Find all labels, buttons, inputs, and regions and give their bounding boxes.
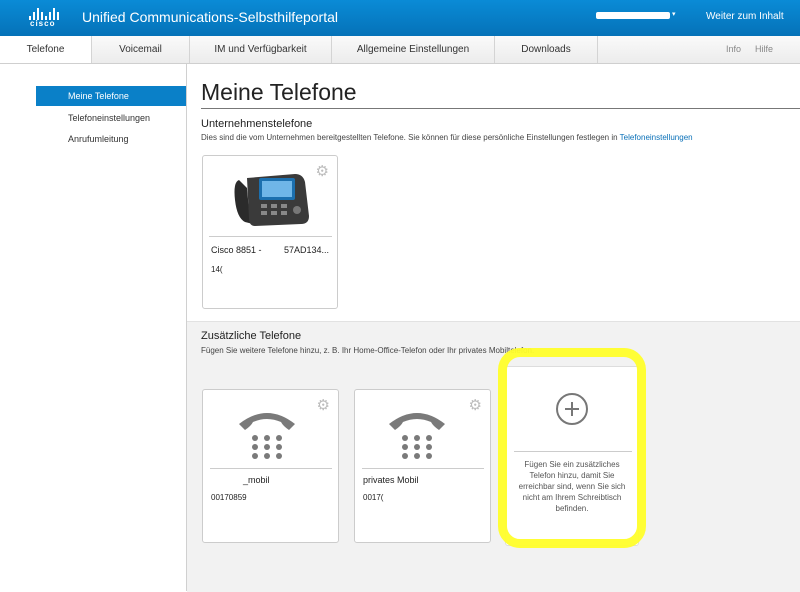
phone-number: 0017( xyxy=(363,493,384,502)
company-phones-description-text: Dies sind die vom Unternehmen bereitgest… xyxy=(201,133,618,142)
redacted-name-part xyxy=(269,244,283,256)
tab-bar: Telefone Voicemail IM und Verfügbarkeit … xyxy=(0,36,800,64)
card-divider xyxy=(210,468,332,469)
page-title: Meine Telefone xyxy=(201,79,357,105)
sidebar-item-anrufumleitung[interactable]: Anrufumleitung xyxy=(36,129,186,149)
gear-icon[interactable]: ⚙ xyxy=(317,398,330,413)
phone-number: 00170859 xyxy=(211,493,247,502)
tab-voicemail[interactable]: Voicemail xyxy=(92,36,190,63)
tab-im-verfuegbarkeit[interactable]: IM und Verfügbarkeit xyxy=(190,36,332,63)
phone-name: privates Mobil xyxy=(363,475,419,485)
sidebar: Meine Telefone Telefoneinstellungen Anru… xyxy=(0,64,187,591)
gear-icon[interactable]: ⚙ xyxy=(316,164,329,179)
main-content: Meine Telefone Unternehmenstelefone Dies… xyxy=(187,64,800,592)
phone-name: Cisco 8851 - xyxy=(211,245,262,255)
top-header: cisco Unified Communications-Selbsthilfe… xyxy=(0,0,800,36)
tab-downloads[interactable]: Downloads xyxy=(495,36,598,63)
yellow-highlight-annotation xyxy=(498,348,646,548)
company-phone-card[interactable]: ⚙ Cisco 8851 - 57AD134... 14( xyxy=(202,155,338,309)
desk-phone-icon xyxy=(234,174,309,226)
card-divider xyxy=(209,236,332,237)
tab-allgemeine-einstellungen[interactable]: Allgemeine Einstellungen xyxy=(332,36,495,63)
title-divider xyxy=(201,108,800,109)
phone-name-suffix: 57AD134... xyxy=(284,245,330,255)
additional-phone-card-1[interactable]: ⚙ _mobil 00170859 xyxy=(202,389,339,543)
company-phones-heading: Unternehmenstelefone xyxy=(201,118,313,130)
tab-telefone[interactable]: Telefone xyxy=(0,36,92,63)
sidebar-item-meine-telefone[interactable]: Meine Telefone xyxy=(36,86,186,106)
handset-keypad-icon xyxy=(389,413,445,459)
additional-phones-description: Fügen Sie weitere Telefone hinzu, z. B. … xyxy=(201,346,535,355)
phone-number: 14( xyxy=(211,265,223,274)
card-divider xyxy=(362,468,484,469)
company-phones-description: Dies sind die vom Unternehmen bereitgest… xyxy=(201,133,693,142)
app-title: Unified Communications-Selbsthilfeportal xyxy=(82,9,339,25)
skip-to-content-link[interactable]: Weiter zum Inhalt xyxy=(706,11,784,22)
cisco-logo: cisco xyxy=(28,6,62,30)
user-name-redacted[interactable] xyxy=(596,12,670,19)
additional-phones-heading: Zusätzliche Telefone xyxy=(201,330,302,342)
gear-icon[interactable]: ⚙ xyxy=(469,398,482,413)
sidebar-item-telefoneinstellungen[interactable]: Telefoneinstellungen xyxy=(36,108,186,128)
info-link[interactable]: Info xyxy=(726,36,741,63)
user-menu-caret-icon[interactable]: ▾ xyxy=(672,10,676,18)
help-link[interactable]: Hilfe xyxy=(755,36,773,63)
phone-name: _mobil xyxy=(243,475,270,485)
phone-settings-link[interactable]: Telefoneinstellungen xyxy=(620,133,693,142)
additional-phone-card-2[interactable]: ⚙ privates Mobil 0017( xyxy=(354,389,491,543)
cisco-wordmark: cisco xyxy=(30,19,56,28)
handset-keypad-icon xyxy=(239,413,295,459)
